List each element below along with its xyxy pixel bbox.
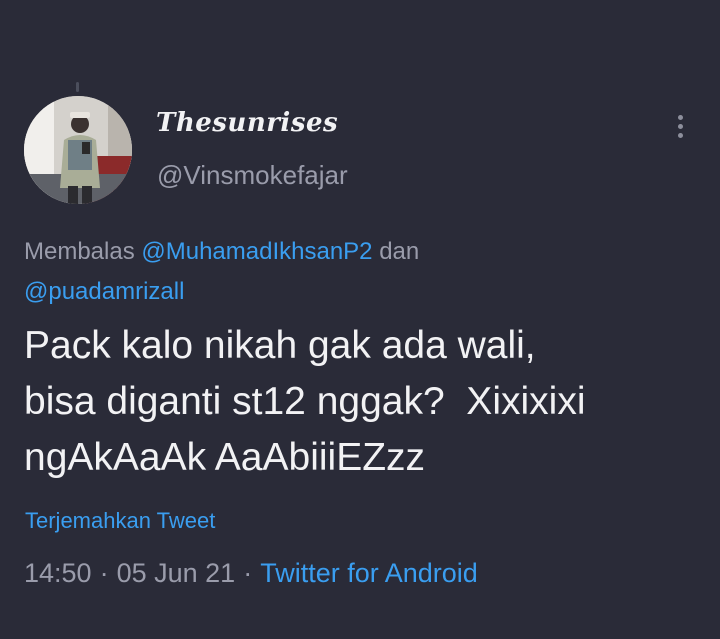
avatar-photo — [24, 96, 132, 204]
source-link[interactable]: Twitter for Android — [260, 558, 478, 588]
tweet-card: Thesunrises @Vinsmokefajar Membalas @Muh… — [0, 0, 720, 639]
dot-icon — [677, 124, 683, 129]
thread-line — [76, 82, 79, 92]
meta-separator: · — [99, 558, 109, 588]
reply-context: Membalas @MuhamadIkhsanP2 dan @puadamriz… — [24, 232, 544, 312]
translate-tweet-link[interactable]: Terjemahkan Tweet — [25, 508, 215, 534]
avatar[interactable] — [24, 96, 132, 204]
mention-link[interactable]: @puadamrizall — [24, 278, 184, 305]
tweet-meta: 14:50 · 05 Jun 21 · Twitter for Android — [24, 558, 478, 589]
dot-icon — [677, 133, 683, 138]
reply-joiner: dan — [372, 238, 420, 265]
dot-icon — [677, 115, 683, 120]
reply-prefix: Membalas — [24, 238, 142, 265]
tweet-time: 14:50 — [24, 558, 92, 588]
display-name[interactable]: Thesunrises — [156, 108, 338, 138]
meta-separator: · — [243, 558, 253, 588]
more-options-icon[interactable] — [669, 112, 691, 148]
tweet-date: 05 Jun 21 — [116, 558, 236, 588]
mention-link[interactable]: @MuhamadIkhsanP2 — [141, 238, 372, 265]
user-handle[interactable]: @Vinsmokefajar — [157, 160, 348, 191]
tweet-text: Pack kalo nikah gak ada wali, bisa digan… — [24, 324, 586, 479]
